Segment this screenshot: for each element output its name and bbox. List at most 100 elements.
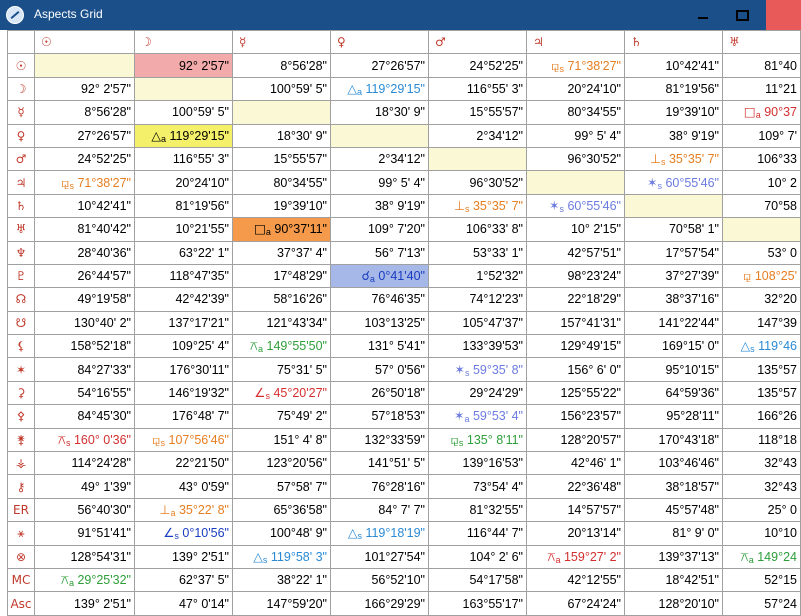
- aspect-cell[interactable]: 38° 9'19": [330, 193, 429, 219]
- row-header-lilith-icon[interactable]: ⚸: [7, 334, 35, 359]
- aspect-cell[interactable]: ⚼s 135° 8'11": [428, 427, 527, 453]
- aspect-cell[interactable]: ⊥s 35°35' 7": [428, 193, 527, 219]
- close-button[interactable]: [766, 0, 801, 30]
- aspect-cell[interactable]: 27°26'57": [34, 123, 135, 148]
- aspect-cell[interactable]: 104° 2' 6": [428, 544, 527, 569]
- row-header-fortune-icon[interactable]: ⊗: [7, 544, 35, 569]
- aspect-cell[interactable]: 99° 5' 4": [330, 170, 429, 195]
- row-header-pluto-icon[interactable]: ♇: [7, 263, 35, 289]
- aspect-cell[interactable]: 84°45'30": [34, 404, 135, 429]
- aspect-cell[interactable]: 32°43: [722, 451, 801, 476]
- aspect-cell[interactable]: 38°37'16": [624, 287, 723, 312]
- aspect-cell[interactable]: 106°33: [722, 146, 801, 172]
- aspect-cell[interactable]: 17°57'54": [624, 240, 723, 265]
- aspect-cell[interactable]: 27°26'57": [330, 53, 429, 78]
- aspect-cell[interactable]: 129°49'15": [526, 334, 625, 359]
- aspect-cell[interactable]: 76°46'35": [330, 287, 429, 312]
- aspect-cell[interactable]: 130°40' 2": [34, 310, 135, 336]
- row-header-pallas-icon[interactable]: ⚴: [7, 404, 35, 429]
- aspect-cell[interactable]: ☌a 0°41'40": [330, 263, 429, 289]
- aspect-cell[interactable]: 147°39: [722, 310, 801, 336]
- aspect-cell[interactable]: 57° 0'56": [330, 357, 429, 382]
- row-header-south-node-icon[interactable]: ☋: [7, 310, 35, 336]
- aspect-cell[interactable]: 118°18: [722, 427, 801, 453]
- aspect-cell[interactable]: 1°52'32": [428, 263, 527, 289]
- aspect-cell[interactable]: 10°42'41": [34, 193, 135, 219]
- aspect-cell[interactable]: 24°52'25": [34, 146, 135, 172]
- aspect-cell[interactable]: 74°12'23": [428, 287, 527, 312]
- aspect-cell[interactable]: 70°58' 1": [624, 217, 723, 242]
- aspect-cell[interactable]: 109°25' 4": [134, 334, 233, 359]
- aspect-cell[interactable]: 84° 7' 7": [330, 497, 429, 523]
- aspect-cell[interactable]: 25° 0: [722, 497, 801, 523]
- aspect-cell[interactable]: 10°10: [722, 521, 801, 546]
- aspect-cell[interactable]: 109° 7'20": [330, 217, 429, 242]
- row-header-eris-label[interactable]: ER: [7, 497, 35, 523]
- aspect-cell[interactable]: 170°43'18": [624, 427, 723, 453]
- aspect-cell[interactable]: 166°26: [722, 404, 801, 429]
- aspect-cell[interactable]: 56° 7'13": [330, 240, 429, 265]
- aspect-cell[interactable]: 54°17'58": [428, 567, 527, 593]
- column-header-mercury-icon[interactable]: ☿: [232, 29, 331, 55]
- aspect-cell[interactable]: △s 119°58' 3": [232, 544, 331, 569]
- aspect-cell[interactable]: ⚻s 160° 0'36": [34, 427, 135, 453]
- aspect-cell[interactable]: 42°42'39": [134, 287, 233, 312]
- aspect-cell[interactable]: 80°34'55": [232, 170, 331, 195]
- row-header-chiron-icon[interactable]: ⚷: [7, 474, 35, 499]
- aspect-cell[interactable]: 17°48'29": [232, 263, 331, 289]
- aspect-cell[interactable]: ✶s 60°55'46": [526, 193, 625, 219]
- aspect-cell[interactable]: 81°40: [722, 53, 801, 78]
- aspect-cell[interactable]: 99° 5' 4": [526, 123, 625, 148]
- aspect-cell[interactable]: 156°23'57": [526, 404, 625, 429]
- aspect-cell[interactable]: 157°41'31": [526, 310, 625, 336]
- aspect-cell[interactable]: 10° 2'15": [526, 217, 625, 242]
- aspect-cell[interactable]: 45°57'48": [624, 497, 723, 523]
- aspect-cell[interactable]: ∠s 45°20'27": [232, 380, 331, 406]
- aspect-cell[interactable]: ⚻a 149°24: [722, 544, 801, 569]
- row-header-mars-icon[interactable]: ♂: [7, 146, 35, 172]
- aspect-cell[interactable]: 132°33'59": [330, 427, 429, 453]
- aspect-cell[interactable]: 49°19'58": [34, 287, 135, 312]
- row-header-midheaven-label[interactable]: MC: [7, 567, 35, 593]
- minimize-button[interactable]: [686, 0, 720, 30]
- aspect-cell[interactable]: △a 119°29'15": [134, 123, 233, 148]
- aspect-cell[interactable]: △s 119°46: [722, 334, 801, 359]
- aspect-cell[interactable]: 76°28'16": [330, 474, 429, 499]
- row-header-jupiter-icon[interactable]: ♃: [7, 170, 35, 195]
- row-header-uranus-icon[interactable]: ♅: [7, 217, 35, 242]
- row-header-moon-icon[interactable]: ☽: [7, 76, 35, 102]
- aspect-cell[interactable]: ⊥s 35°35' 7": [624, 146, 723, 172]
- aspect-cell[interactable]: 20°24'10": [134, 170, 233, 195]
- aspect-cell[interactable]: 141°22'44": [624, 310, 723, 336]
- aspect-cell[interactable]: 103°46'46": [624, 451, 723, 476]
- aspect-cell[interactable]: 38° 9'19": [624, 123, 723, 148]
- aspect-cell[interactable]: [330, 123, 429, 148]
- aspect-cell[interactable]: △a 119°29'15": [330, 76, 429, 102]
- aspect-cell[interactable]: 24°52'25": [428, 53, 527, 78]
- aspect-cell[interactable]: 131° 5'41": [330, 334, 429, 359]
- aspect-cell[interactable]: 42°57'51": [526, 240, 625, 265]
- aspect-cell[interactable]: 96°30'52": [428, 170, 527, 195]
- column-header-moon-icon[interactable]: ☽: [134, 29, 233, 55]
- aspect-cell[interactable]: 100°48' 9": [232, 521, 331, 546]
- aspect-cell[interactable]: 32°43: [722, 474, 801, 499]
- aspect-cell[interactable]: 15°55'57": [232, 146, 331, 172]
- aspect-cell[interactable]: 65°36'58": [232, 497, 331, 523]
- aspect-cell[interactable]: 106°33' 8": [428, 217, 527, 242]
- aspect-cell[interactable]: 101°27'54": [330, 544, 429, 569]
- aspect-cell[interactable]: 19°39'10": [232, 193, 331, 219]
- column-header-saturn-icon[interactable]: ♄: [624, 29, 723, 55]
- aspect-cell[interactable]: 63°22' 1": [134, 240, 233, 265]
- aspect-cell[interactable]: 176°48' 7": [134, 404, 233, 429]
- aspect-cell[interactable]: 96°30'52": [526, 146, 625, 172]
- aspect-cell[interactable]: 10°21'55": [134, 217, 233, 242]
- aspect-cell[interactable]: 70°58: [722, 193, 801, 219]
- row-header-vesta-icon[interactable]: ⚶: [7, 451, 35, 476]
- aspect-cell[interactable]: 139° 2'51": [134, 544, 233, 569]
- aspect-cell[interactable]: 158°52'18": [34, 334, 135, 359]
- aspect-cell[interactable]: 95°28'11": [624, 404, 723, 429]
- aspect-cell[interactable]: 123°20'56": [232, 451, 331, 476]
- aspect-cell[interactable]: 8°56'28": [232, 53, 331, 78]
- aspect-cell[interactable]: [722, 217, 801, 242]
- aspect-cell[interactable]: 53° 0: [722, 240, 801, 265]
